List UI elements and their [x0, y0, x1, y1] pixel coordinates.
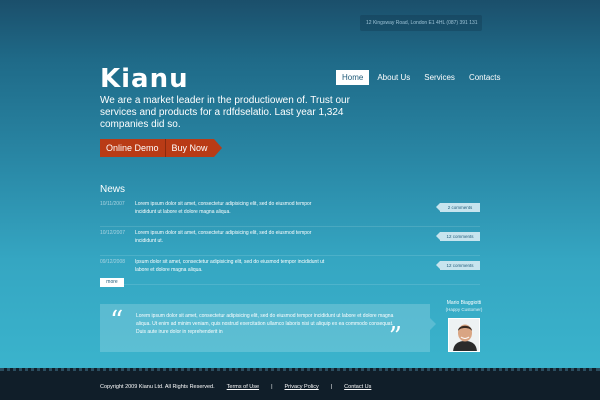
copyright-text: Copyright 2009 Kianu Ltd. All Rights Res… [100, 384, 215, 390]
footer-row: Copyright 2009 Kianu Ltd. All Rights Res… [100, 384, 371, 390]
open-quote-icon: “ [110, 306, 124, 336]
footer-separator: | [271, 384, 273, 390]
nav-home[interactable]: Home [336, 70, 370, 85]
arrow-right-icon[interactable] [213, 139, 222, 157]
news-text[interactable]: Lorem ipsum dolor sit amet, consectetur … [135, 200, 325, 216]
close-quote-icon: ” [388, 322, 402, 352]
comments-tag[interactable]: 12 comments [436, 232, 480, 241]
customer-role: (Happy Customer) [445, 307, 483, 312]
comments-tag[interactable]: 2 comments [436, 203, 480, 212]
terms-link[interactable]: Terms of Use [227, 384, 259, 390]
comments-tag[interactable]: 12 comments [436, 261, 480, 270]
person-icon [449, 319, 479, 351]
testimonial-text: Lorem ipsum dolor sit amet, consectetur … [136, 313, 394, 335]
news-date: 10/11/2007 [100, 201, 125, 207]
news-text[interactable]: Lorem ipsum dolor sit amet, consectetur … [135, 229, 325, 245]
site-footer: Copyright 2009 Kianu Ltd. All Rights Res… [0, 368, 600, 400]
testimonial-pointer [430, 318, 436, 330]
nav-services[interactable]: Services [418, 70, 461, 85]
more-button[interactable]: more [100, 278, 124, 287]
main-nav: Home About Us Services Contacts [336, 70, 507, 85]
news-item: 09/12/2008 Ipsum dolor sit amet, consect… [100, 256, 480, 285]
online-demo-button[interactable]: Online Demo [100, 139, 165, 157]
news-date: 10/12/2007 [100, 230, 126, 236]
site-logo[interactable]: Kianu [100, 64, 189, 94]
news-list: 10/11/2007 Lorem ipsum dolor sit amet, c… [100, 198, 480, 285]
customer-name: Mario Biaggiotti [446, 300, 482, 306]
news-date: 09/12/2008 [100, 259, 126, 265]
hero-tagline: We are a market leader in the productiow… [100, 95, 350, 130]
testimonial-box: “ Lorem ipsum dolor sit amet, consectetu… [100, 304, 430, 352]
news-item: 10/12/2007 Lorem ipsum dolor sit amet, c… [100, 227, 480, 256]
cta-group: Online Demo Buy Now [100, 139, 222, 157]
news-heading: News [100, 184, 126, 195]
contact-link[interactable]: Contact Us [344, 384, 371, 390]
news-item: 10/11/2007 Lorem ipsum dolor sit amet, c… [100, 198, 480, 227]
nav-about-us[interactable]: About Us [371, 70, 416, 85]
footer-separator: | [330, 384, 333, 390]
contact-address: 12 Kingsway Road, London E1 4HL (087) 39… [360, 15, 482, 31]
privacy-link[interactable]: Privacy Policy [285, 384, 319, 390]
news-text[interactable]: Ipsum dolor sit amet, consectetur adipis… [135, 258, 325, 274]
buy-now-button[interactable]: Buy Now [165, 139, 214, 157]
customer-avatar [448, 318, 480, 352]
nav-contacts[interactable]: Contacts [463, 70, 507, 85]
